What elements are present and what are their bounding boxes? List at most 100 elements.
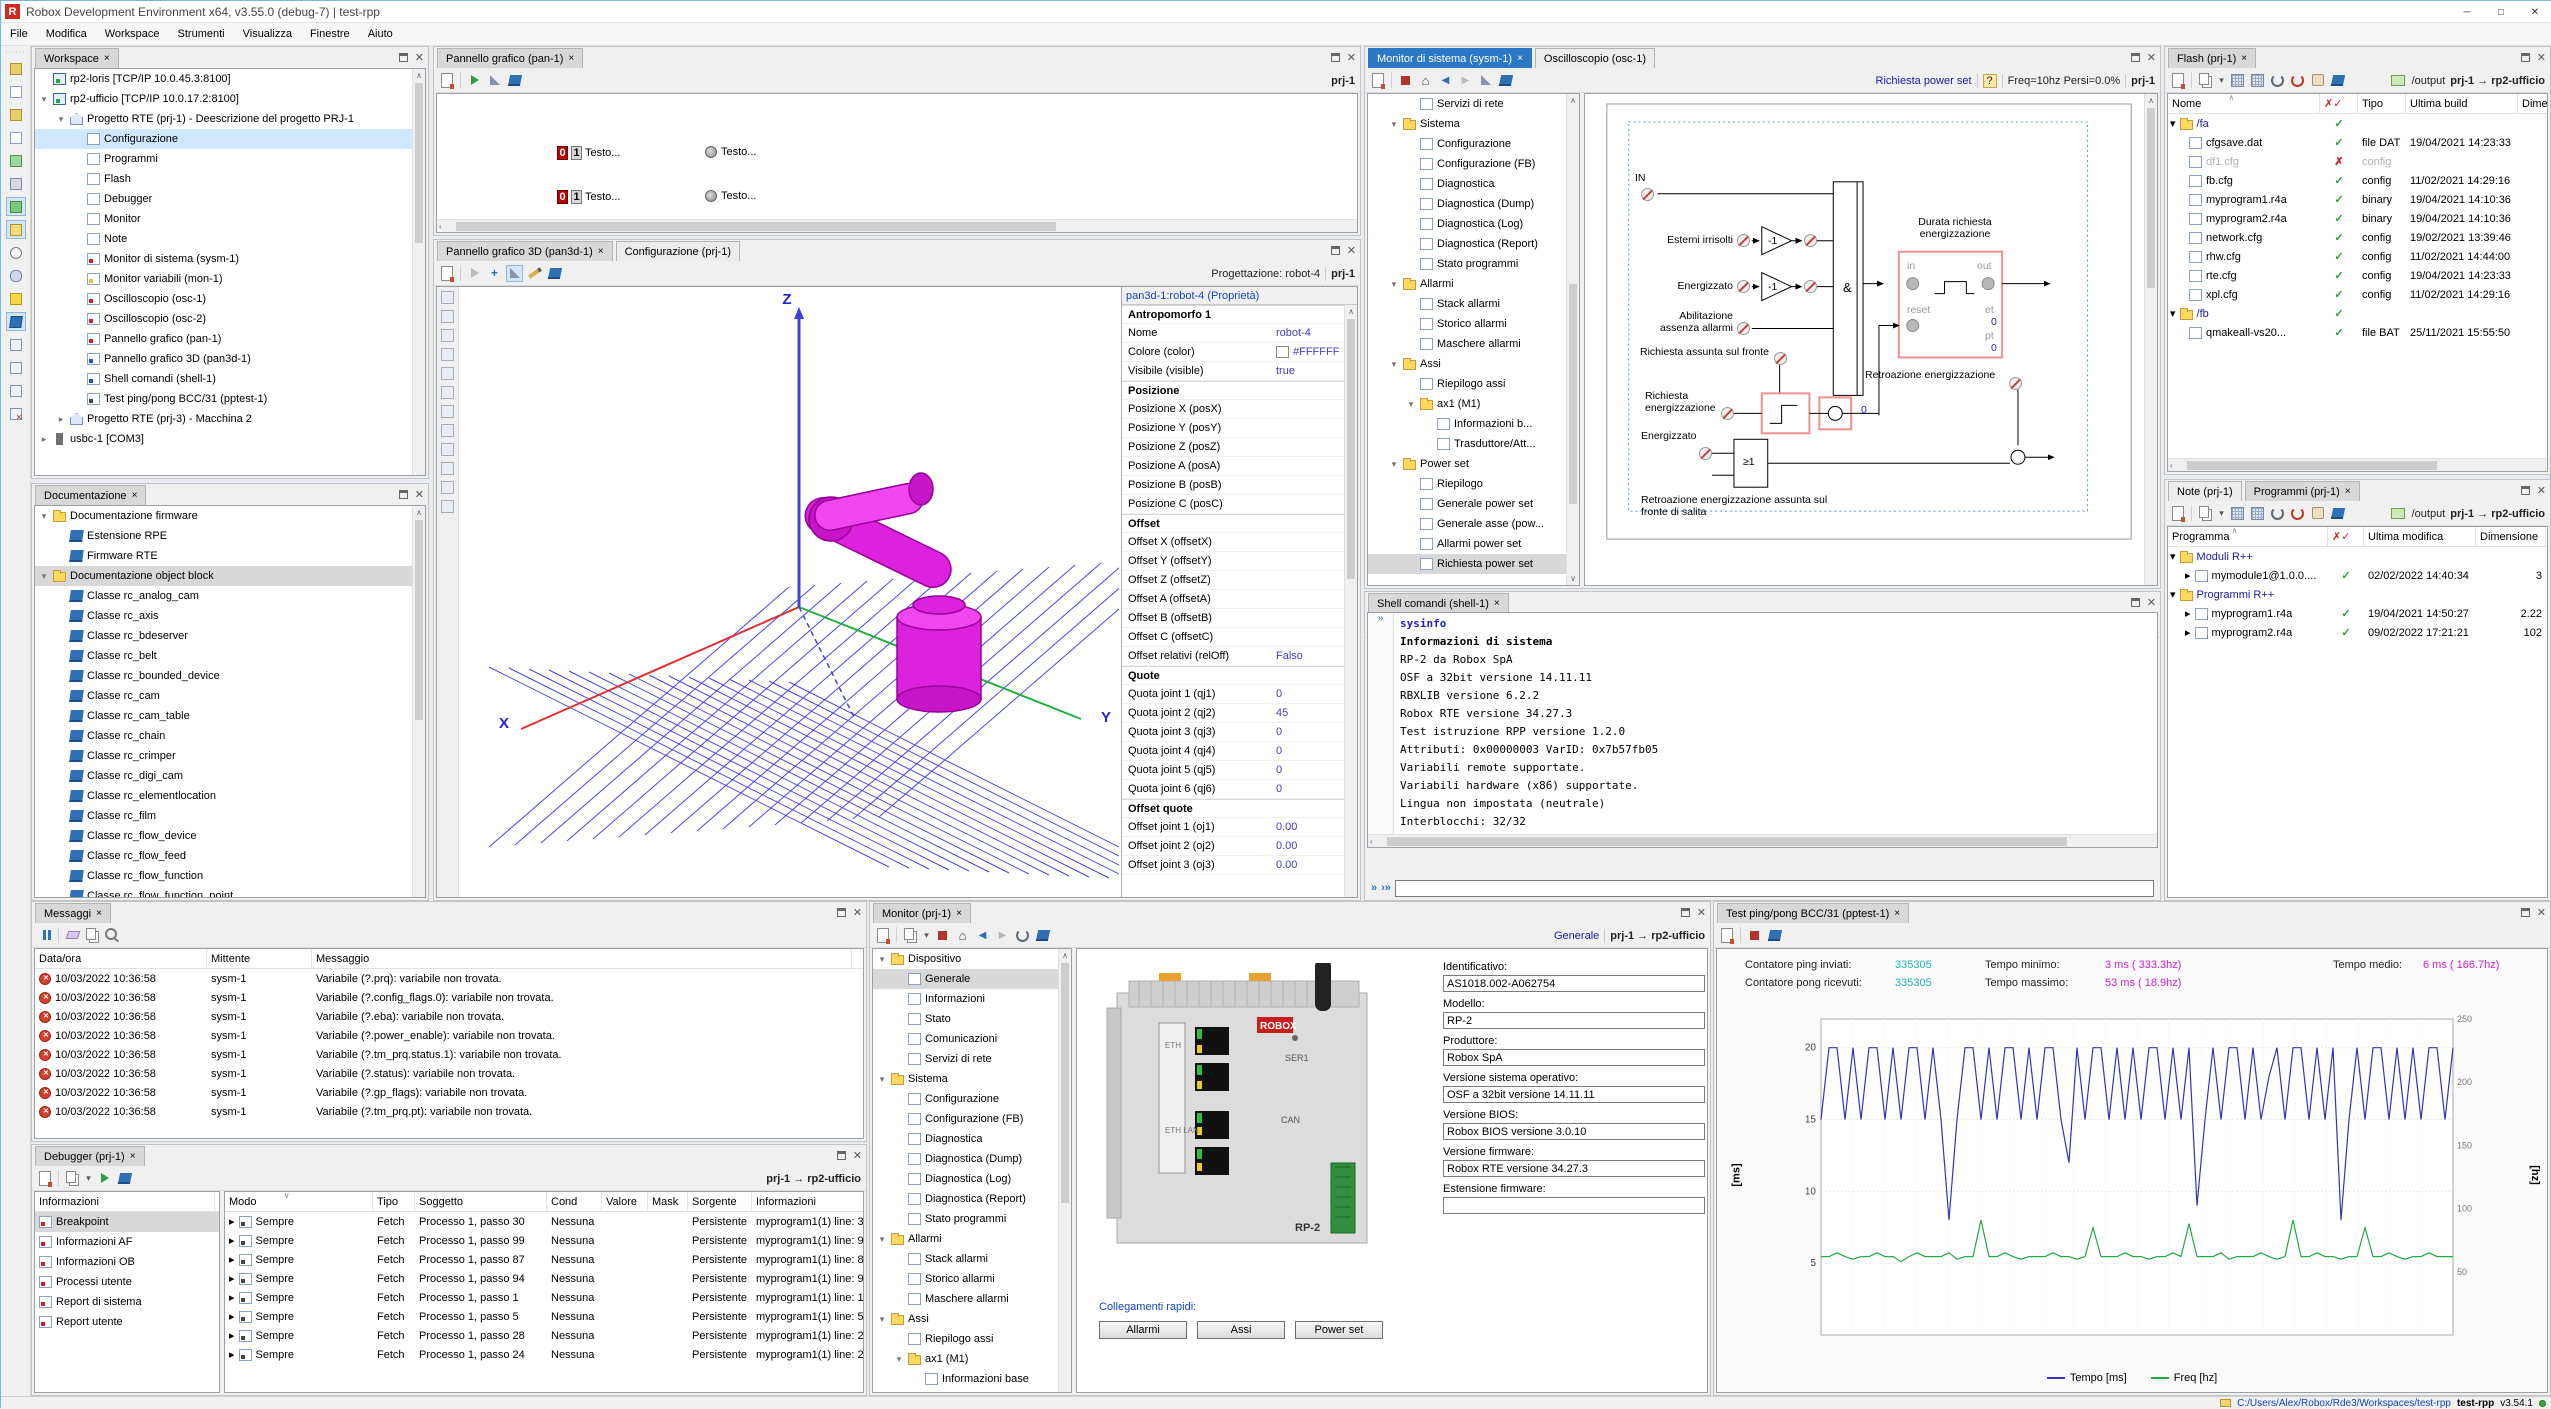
column-header[interactable]: Mask xyxy=(648,1192,688,1212)
help-book-icon[interactable] xyxy=(1034,927,1051,944)
table-row[interactable]: network.cfg✓config19/02/2021 13:39:46 xyxy=(2168,228,2547,247)
tab-shell[interactable]: Shell comandi (shell-1)× xyxy=(1368,593,1509,613)
tree-item[interactable]: Classe rc_digi_cam xyxy=(35,766,412,786)
dropdown-icon[interactable] xyxy=(922,927,931,944)
property-row[interactable]: Posizione Z (posZ) xyxy=(1122,438,1344,457)
table-row[interactable]: myprogram1.r4a✓binary19/04/2021 14:10:36… xyxy=(2168,190,2547,209)
tree-item[interactable]: Stack allarmi xyxy=(1368,294,1566,314)
monitor-tree-vscroll[interactable]: ∧ xyxy=(1058,949,1071,1392)
float-panel-icon[interactable] xyxy=(2521,53,2530,62)
viewport-3d[interactable]: X Y Z xyxy=(459,287,1119,897)
tree-item[interactable]: Classe rc_bdeserver xyxy=(35,626,412,646)
console-output[interactable]: sysinfoInformazioni di sistemaRP-2 da Ro… xyxy=(1394,613,2157,831)
table-row[interactable]: ▸myprogram1.r4a✓19/04/2021 14:50:272.22 xyxy=(2168,604,2547,623)
properties-icon[interactable] xyxy=(2169,505,2186,522)
tab-sysm[interactable]: Monitor di sistema (sysm-1)× xyxy=(1368,48,1532,68)
flash-hscroll[interactable]: ‹ xyxy=(2168,458,2547,471)
tree-item[interactable]: Classe rc_cam xyxy=(35,686,412,706)
tree-item[interactable]: ▾Documentazione object block xyxy=(35,566,412,586)
tree-item[interactable]: Classe rc_chain xyxy=(35,726,412,746)
column-header[interactable]: Dimensione xyxy=(2518,94,2547,114)
table-row[interactable]: ▾/fb✓ xyxy=(2168,304,2547,323)
tree-item[interactable]: Stato programmi xyxy=(1368,254,1566,274)
property-row[interactable]: Offset Z (offsetZ) xyxy=(1122,571,1344,590)
message-row[interactable]: 10/03/2022 10:36:58sysm-1Variabile (?.tm… xyxy=(35,1045,863,1064)
view-iso-icon[interactable] xyxy=(441,424,454,437)
tab-monitor[interactable]: Monitor (prj-1)× xyxy=(873,903,971,923)
dropdown-icon[interactable] xyxy=(2217,72,2226,89)
close-panel-icon[interactable]: ✕ xyxy=(1347,51,1356,64)
help-book-icon[interactable] xyxy=(2329,505,2346,522)
tab-workspace[interactable]: Workspace× xyxy=(35,48,119,68)
tree-item[interactable]: Riepilogo xyxy=(1368,474,1566,494)
debugger-info-item[interactable]: Informazioni OB xyxy=(35,1252,219,1272)
property-row[interactable]: Posizione Y (posY) xyxy=(1122,419,1344,438)
dropdown-icon[interactable] xyxy=(2217,505,2226,522)
tree-item[interactable]: Programmi xyxy=(35,149,412,169)
property-row[interactable]: Nomerobot-4 xyxy=(1122,324,1344,343)
table-row[interactable]: xpl.cfg✓config11/02/2021 14:29:16 xyxy=(2168,285,2547,304)
forward-icon[interactable] xyxy=(1457,72,1474,89)
tree-item[interactable]: ▾Dispositivo xyxy=(873,949,1058,969)
tree-item[interactable]: Diagnostica (Dump) xyxy=(1368,194,1566,214)
table-row[interactable]: myprogram2.r4a✓binary19/04/2021 14:10:36 xyxy=(2168,209,2547,228)
message-row[interactable]: 10/03/2022 10:36:58sysm-1Variabile (?.gp… xyxy=(35,1083,863,1102)
close-panel-icon[interactable]: ✕ xyxy=(415,488,424,501)
tree-item[interactable]: Classe rc_crimper xyxy=(35,746,412,766)
lamp-widget[interactable]: Testo... xyxy=(705,146,756,158)
tree-item[interactable]: Diagnostica (Report) xyxy=(1368,234,1566,254)
properties-vscroll[interactable]: ∧ xyxy=(1344,305,1357,897)
tree-item[interactable]: Allarmi power set xyxy=(1368,534,1566,554)
design-mode-icon[interactable] xyxy=(506,265,523,282)
property-row[interactable]: Offset Y (offsetY) xyxy=(1122,552,1344,571)
tree-item[interactable]: Monitor di sistema (sysm-1) xyxy=(35,249,412,269)
float-panel-icon[interactable] xyxy=(1681,908,1690,917)
tree-item[interactable]: Informazioni base xyxy=(873,1369,1058,1389)
float-panel-icon[interactable] xyxy=(2521,908,2530,917)
tree-item[interactable]: Monitor xyxy=(35,209,412,229)
tree-item[interactable]: Servizi di rete xyxy=(1368,94,1566,114)
property-row[interactable]: Offset joint 3 (oj3)0.00 xyxy=(1122,856,1344,875)
menu-strumenti[interactable]: Strumenti xyxy=(169,24,234,44)
diagram-vscroll[interactable]: ∧ xyxy=(2144,94,2157,585)
tree-item[interactable]: rp2-loris [TCP/IP 10.0.45.3:8100] xyxy=(35,69,412,89)
tree-item[interactable]: ▾Progetto RTE (prj-1) - Deescrizione del… xyxy=(35,109,412,129)
table-row[interactable]: rte.cfg✓config19/04/2021 14:23:33 xyxy=(2168,266,2547,285)
close-panel-icon[interactable]: ✕ xyxy=(2537,51,2546,64)
window-close-icon[interactable] xyxy=(6,404,26,423)
column-header[interactable]: Ultima modifica xyxy=(2364,527,2476,547)
light-toggle-icon[interactable] xyxy=(441,481,454,494)
hand-icon[interactable] xyxy=(2309,72,2326,89)
close-panel-icon[interactable]: ✕ xyxy=(2537,484,2546,497)
tree-item[interactable]: Informazioni b... xyxy=(1368,414,1566,434)
field-value[interactable]: OSF a 32bit versione 14.11.11 xyxy=(1443,1086,1705,1103)
tree-item[interactable]: Diagnostica (Log) xyxy=(873,1169,1058,1189)
field-value[interactable] xyxy=(1443,1197,1705,1214)
tab-programmi[interactable]: Programmi (prj-1)× xyxy=(2245,481,2360,501)
tree-item[interactable]: Diagnostica (Log) xyxy=(1368,214,1566,234)
output-folder-label[interactable]: /output xyxy=(2412,508,2446,520)
tree-item[interactable]: Classe rc_flow_device xyxy=(35,826,412,846)
float-panel-icon[interactable] xyxy=(837,908,846,917)
float-panel-icon[interactable] xyxy=(1331,53,1340,62)
close-panel-icon[interactable]: ✕ xyxy=(2147,51,2156,64)
debugger-info-item[interactable]: Informazioni AF xyxy=(35,1232,219,1252)
tree-item[interactable]: Diagnostica xyxy=(873,1129,1058,1149)
maximize-button[interactable]: □ xyxy=(2484,1,2518,23)
design-mode-icon[interactable] xyxy=(1477,72,1494,89)
led-widget[interactable]: 01Testo... xyxy=(557,190,620,204)
message-row[interactable]: 10/03/2022 10:36:58sysm-1Variabile (?.st… xyxy=(35,1064,863,1083)
tree-item[interactable]: Monitor variabili (mon-1) xyxy=(35,269,412,289)
documentation-vscroll[interactable]: ∧ xyxy=(412,506,425,897)
table-row[interactable]: cfgsave.dat✓file DAT19/04/2021 14:23:33 xyxy=(2168,133,2547,152)
window-new-icon[interactable] xyxy=(6,335,26,354)
sysm-diagram-area[interactable]: IN Esterni irrisolti -1 Energizzato -1 A… xyxy=(1584,93,2158,586)
tree-item[interactable]: Debugger xyxy=(35,189,412,209)
breakpoint-row[interactable]: ▸SempreFetchProcesso 1, passo 24NessunaP… xyxy=(225,1345,863,1364)
close-panel-icon[interactable]: ✕ xyxy=(2147,596,2156,609)
axes-toggle-icon[interactable] xyxy=(441,462,454,475)
tab-oscilloscopio[interactable]: Oscilloscopio (osc-1) xyxy=(1535,48,1655,68)
debugger-info-item[interactable]: Breakpoint xyxy=(35,1212,219,1232)
property-row[interactable]: Quota joint 2 (qj2)45 xyxy=(1122,704,1344,723)
pan-tool-icon[interactable] xyxy=(441,310,454,323)
